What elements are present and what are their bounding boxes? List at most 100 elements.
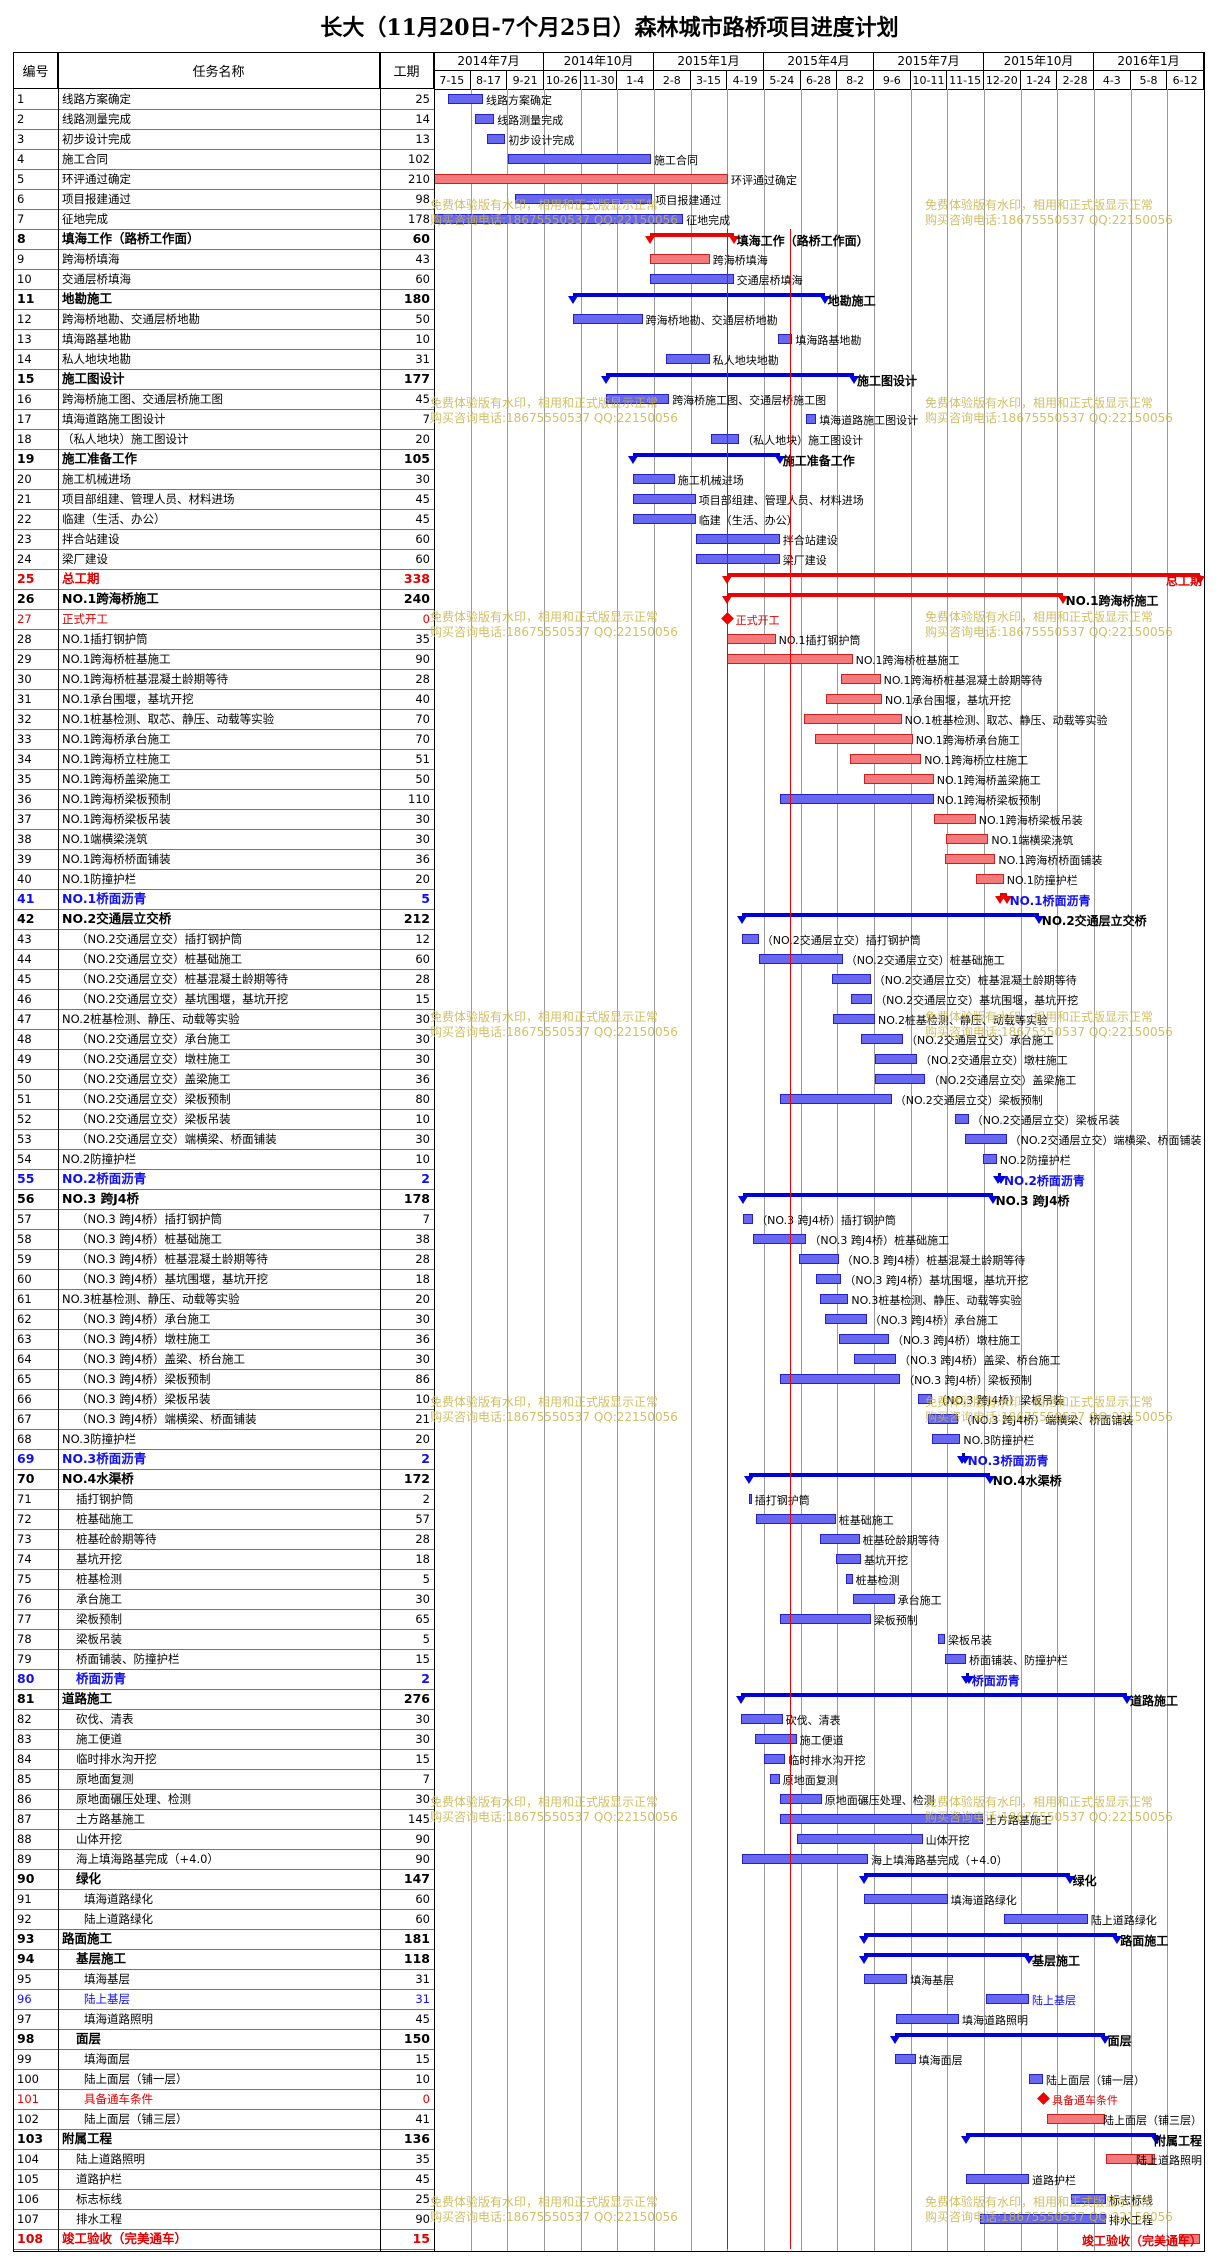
summary-cap [567,296,578,304]
gantt-bar [966,2133,1157,2137]
summary-cap [737,916,747,924]
grid-line [1167,89,1169,2251]
task-duration: 276 [403,1691,430,1706]
task-number: 91 [17,1892,32,1906]
task-name: 征地完成 [62,212,108,226]
task-name: （NO.2交通层立交）墩柱施工 [76,1052,231,1066]
bar-label: NO.1承台围堰，基坑开挖 [885,694,1011,707]
gantt-bar [980,2214,1106,2224]
task-number: 50 [17,1072,32,1086]
bar-label: NO.1跨海桥梁板预制 [936,794,1041,807]
timeline-month: 2016年1月 [1094,53,1204,70]
task-number: 23 [17,532,32,546]
gantt-bar [803,714,902,724]
task-name: NO.4水渠桥 [62,1471,134,1486]
task-duration: 177 [403,371,430,386]
task-number: 37 [17,812,32,826]
gantt-bar [749,1473,990,1477]
task-name: NO.1跨海桥桥面铺装 [62,852,171,866]
grid-line [544,89,545,2251]
task-name: NO.1承台围堰，基坑开挖 [62,692,194,706]
task-name: （NO.3 跨J4桥）梁板预制 [76,1372,211,1386]
gantt-bar [928,1414,958,1424]
gantt-bar [854,1354,896,1364]
task-name: （NO.2交通层立交）端横梁、桥面铺装 [76,1132,277,1146]
task-name: 砍伐、清表 [76,1712,134,1726]
timeline-week: 12-20 [984,70,1021,89]
task-duration: 18 [415,1272,430,1286]
milestone-marker [1037,2092,1050,2105]
task-number: 82 [17,1712,32,1726]
task-number: 67 [17,1412,32,1426]
gantt-bar [964,1134,1007,1144]
task-number: 74 [17,1552,32,1566]
gantt-bar [946,834,989,844]
task-duration: 28 [415,1532,430,1546]
task-name: 填海面层 [84,2052,130,2066]
bar-label: 插打钢护筒 [754,1494,810,1507]
task-name: 陆上面层（铺三层） [84,2112,188,2126]
timeline-week: 2-28 [1057,70,1094,89]
task-name: NO.2交通层立交桥 [62,911,172,926]
task-number: 77 [17,1612,32,1626]
bar-label: 线路方案确定 [486,94,552,107]
task-duration: 15 [415,2052,430,2066]
task-duration: 25 [415,2192,430,2206]
timeline-week: 3-15 [690,70,728,89]
bar-label: 基坑开挖 [864,1554,908,1567]
bar-label: 线路测量完成 [497,114,564,127]
task-number: 6 [17,192,25,206]
bar-label: 排水工程 [1109,2214,1153,2227]
task-name: 项目报建通过 [62,192,131,206]
task-number: 11 [17,291,35,306]
timeline-week: 8-2 [837,70,874,89]
task-duration: 30 [415,1592,430,1606]
task-number: 31 [17,692,32,706]
task-duration: 18 [415,1552,430,1566]
task-name: 基层施工 [76,1951,127,1966]
task-number: 58 [17,1232,32,1246]
task-number: 55 [17,1171,35,1186]
bar-label: 项目报建通过 [655,194,722,207]
task-number: 86 [17,1792,32,1806]
task-number: 41 [17,891,35,906]
task-duration: 7 [422,1212,430,1226]
bar-label: 山体开挖 [925,1834,970,1847]
bar-label: （NO.3 跨J4桥）插打钢护筒 [756,1214,896,1227]
task-number: 57 [17,1212,32,1226]
gantt-bar [632,474,675,484]
bar-label: NO.1跨海桥盖梁施工 [936,774,1041,787]
gantt-bar [938,1634,945,1644]
gantt-bar [749,1494,752,1504]
bar-label: 拌合站建设 [782,534,838,547]
task-number: 52 [17,1112,32,1126]
task-name: 填海基层 [84,1972,130,1986]
task-number: 104 [17,2152,39,2166]
task-number: 32 [17,712,32,726]
gantt-bar [945,854,996,864]
bar-label: NO.3 跨J4桥 [995,1194,1070,1208]
gantt-bar [756,1514,836,1524]
task-number: 53 [17,1132,32,1146]
task-number: 51 [17,1092,32,1106]
task-name: NO.1端横梁浇筑 [62,832,148,846]
task-name: 填海道路施工图设计 [62,412,166,426]
task-name: 陆上基层 [84,1992,130,2006]
task-number: 35 [17,772,32,786]
task-number: 43 [17,932,32,946]
gantt-bar [863,1873,1070,1877]
gantt-bar [863,1933,1118,1937]
gantt-bar [835,1554,861,1564]
bar-label: NO.1插打钢护筒 [778,634,861,647]
bar-label: NO.1跨海桥桥面铺装 [998,854,1103,867]
task-duration: 118 [403,1951,430,1966]
task-duration: 180 [403,291,430,306]
task-duration: 60 [415,532,430,546]
timeline-week: 11-15 [947,70,984,89]
task-duration: 31 [415,1992,430,2006]
bar-label: 征地完成 [686,214,731,227]
gantt-bar [632,453,780,457]
task-number: 13 [17,332,32,346]
task-duration: 14 [415,112,430,126]
gantt-bar [743,1193,993,1197]
